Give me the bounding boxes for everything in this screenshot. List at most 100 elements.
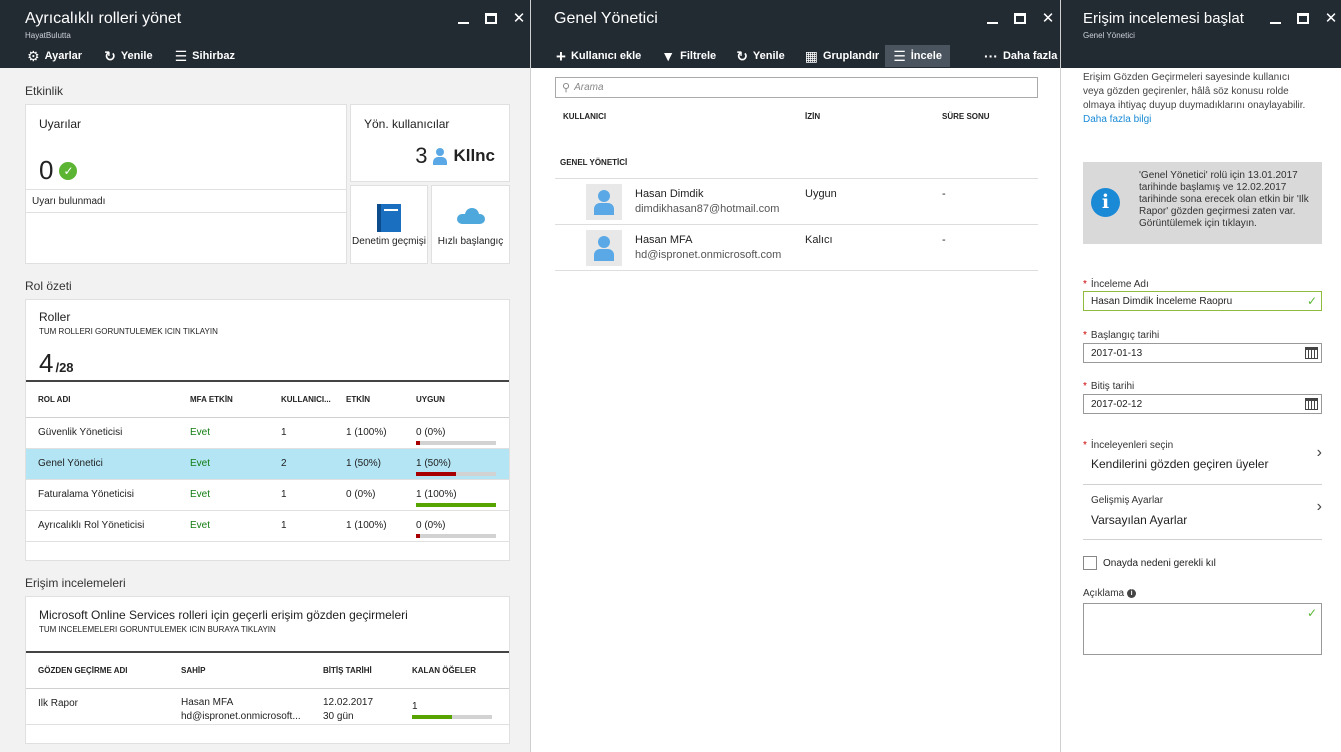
- close-button[interactable]: ✕: [1324, 10, 1338, 26]
- review-name: Ilk Rapor: [26, 688, 169, 725]
- table-row[interactable]: Faturalama Yöneticisi Evet 1 0 (0%) 1 (100%): [26, 479, 509, 511]
- roles-subtitle[interactable]: TUM ROLLERI GORUNTULEMEK ICIN TIKLAYIN: [39, 327, 218, 336]
- review-label: İncele: [910, 50, 942, 62]
- info-icon[interactable]: i: [1127, 589, 1137, 598]
- remaining-progress-bar: [412, 714, 492, 719]
- eligible-count: 0 (0%): [416, 426, 446, 438]
- require-reason-label: Onayda nedeni gerekli kıl: [1103, 557, 1216, 569]
- review-name-input[interactable]: Hasan Dimdik İnceleme Raopru ✓: [1083, 291, 1322, 311]
- list-item[interactable]: Hasan MFA hd@ispronet.onmicrosoft.com Kalı…: [555, 225, 1038, 271]
- minimize-button[interactable]: [985, 10, 999, 26]
- column-header[interactable]: SÜRE SONU: [942, 112, 990, 121]
- search-input[interactable]: ⚲ Arama: [555, 77, 1038, 98]
- access-reviews-subtitle[interactable]: TUM INCELEMELERI GORUNTULEMEK ICIN BURAY…: [39, 625, 276, 634]
- advanced-settings-row[interactable]: Gelişmiş Ayarlar Varsayılan Ayarlar ›: [1083, 486, 1322, 540]
- more-button[interactable]: ··· Daha fazla: [982, 45, 1059, 67]
- table-row[interactable]: Ilk Rapor Hasan MFA hd@ispronet.onmicrosof…: [26, 688, 509, 725]
- check-circle-icon: ✓: [59, 161, 78, 180]
- blade-title: Erişim incelemesi başlat: [1083, 10, 1244, 27]
- maximize-icon: [485, 12, 497, 24]
- column-header[interactable]: KULLANICI...: [269, 380, 334, 418]
- advanced-label: Gelişmiş Ayarlar: [1091, 495, 1164, 506]
- column-header[interactable]: SAHİP: [169, 651, 311, 689]
- review-button[interactable]: ☰ İncele: [885, 45, 950, 67]
- existing-review-info-box[interactable]: i 'Genel Yönetici' rolü için 13.01.2017 …: [1083, 162, 1322, 244]
- mfa-status: Evet: [178, 448, 269, 480]
- eligible-count: 1 (50%): [416, 457, 452, 469]
- add-user-button[interactable]: + Kullanıcı ekle: [554, 45, 643, 67]
- minimize-button[interactable]: [456, 10, 470, 26]
- table-row[interactable]: Ayrıcalıklı Rol Yöneticisi Evet 1 1 (100%) 0…: [26, 510, 509, 542]
- alerts-tile[interactable]: Uyarılar 0 ✓ Uyarı bulunmadı: [25, 104, 347, 264]
- select-reviewers-row[interactable]: * İnceleyenleri seçin Kendilerini gözden …: [1083, 430, 1322, 485]
- end-date: 12.02.2017: [323, 696, 374, 708]
- column-header[interactable]: ROL ADI: [26, 380, 178, 418]
- role-name: Ayrıcalıklı Rol Yöneticisi: [26, 510, 178, 542]
- maximize-button[interactable]: [1296, 10, 1310, 26]
- start-date-input[interactable]: 2017-01-13: [1083, 343, 1322, 363]
- settings-button[interactable]: ⚙ Ayarlar: [25, 45, 84, 67]
- reviewers-value: Kendilerini gözden geçiren üyeler: [1091, 457, 1269, 471]
- roles-title[interactable]: Roller: [39, 310, 70, 324]
- role-name: Güvenlik Yöneticisi: [26, 417, 178, 449]
- end-date-value: 2017-02-12: [1091, 398, 1143, 410]
- plus-icon: +: [556, 46, 566, 66]
- blade-subtitle: HayatBulutta: [25, 31, 71, 40]
- column-header[interactable]: MFA ETKİN: [178, 380, 269, 418]
- column-header[interactable]: ETKİN: [334, 380, 404, 418]
- refresh-label: Yenile: [752, 50, 785, 62]
- blade-start-access-review: Erişim incelemesi başlat Genel Yönetici …: [1061, 0, 1341, 752]
- admin-users-count: 3: [415, 143, 428, 168]
- quick-start-tile[interactable]: Hızlı başlangıç: [431, 185, 510, 264]
- user-email: hd@ispronet.onmicrosoft.com: [635, 249, 782, 261]
- column-header[interactable]: İZİN: [805, 112, 820, 121]
- list-item[interactable]: Hasan Dimdik dimdikhasan87@hotmail.com Uyg…: [555, 179, 1038, 225]
- column-header[interactable]: UYGUN: [404, 380, 509, 418]
- group-label: GENEL YÖNETİCİ: [560, 158, 628, 167]
- alerts-count: 0: [39, 155, 54, 185]
- owner-name: Hasan MFA: [181, 696, 234, 708]
- blade-subtitle: Genel Yönetici: [1083, 31, 1135, 40]
- column-header[interactable]: GÖZDEN GEÇİRME ADI: [26, 651, 169, 689]
- minimize-button[interactable]: [1268, 10, 1282, 26]
- calendar-icon[interactable]: [1305, 347, 1318, 359]
- column-header[interactable]: BİTİŞ TARİHİ: [311, 651, 400, 689]
- description-textarea[interactable]: ✓: [1083, 603, 1322, 655]
- refresh-button[interactable]: ↻ Yenile: [102, 45, 155, 67]
- maximize-button[interactable]: [1013, 10, 1027, 26]
- close-button[interactable]: ✕: [1041, 10, 1055, 26]
- refresh-button[interactable]: ↻ Yenile: [734, 45, 787, 67]
- column-header[interactable]: KALAN ÖĞELER: [400, 651, 509, 689]
- table-row[interactable]: Genel Yönetici Evet 2 1 (50%) 1 (50%): [26, 448, 509, 480]
- access-reviews-title[interactable]: Microsoft Online Services rolleri için g…: [39, 608, 408, 622]
- calendar-icon[interactable]: [1305, 398, 1318, 410]
- end-date-input[interactable]: 2017-02-12: [1083, 394, 1322, 414]
- user-icon: [433, 147, 448, 165]
- role-name: Genel Yönetici: [26, 448, 178, 480]
- more-label: Daha fazla: [1002, 50, 1058, 62]
- admin-users-tile[interactable]: Yön. kullanıcılar 3 Kllnc: [350, 104, 510, 182]
- activity-section-label: Etkinlik: [25, 84, 64, 98]
- audit-history-tile[interactable]: Denetim geçmişi: [350, 185, 428, 264]
- minimize-icon: [1269, 22, 1281, 24]
- advanced-value: Varsayılan Ayarlar: [1091, 513, 1188, 527]
- description-label-text: Açıklama: [1083, 588, 1125, 599]
- description-label: Açıklama i: [1083, 588, 1137, 599]
- start-date-label: * Başlangıç tarihi: [1083, 330, 1160, 341]
- user-email: dimdikhasan87@hotmail.com: [635, 203, 780, 215]
- column-header[interactable]: KULLANICI: [563, 112, 606, 121]
- eligible-cell: 1 (100%): [404, 479, 509, 511]
- table-row[interactable]: Güvenlik Yöneticisi Evet 1 1 (100%) 0 (0%): [26, 417, 509, 449]
- search-icon: ⚲: [562, 82, 571, 94]
- close-button[interactable]: ✕: [512, 10, 526, 26]
- maximize-button[interactable]: [484, 10, 498, 26]
- minimize-icon: [457, 22, 469, 24]
- filter-button[interactable]: ▼ Filtrele: [659, 45, 718, 67]
- more-info-link[interactable]: Daha fazla bilgi: [1083, 114, 1151, 125]
- group-button[interactable]: ▦ Gruplandır: [803, 45, 881, 67]
- require-reason-checkbox[interactable]: [1083, 556, 1097, 570]
- intro-text: Erişim Gözden Geçirmeleri sayesinde kull…: [1083, 71, 1307, 127]
- cloud-icon: [457, 208, 485, 224]
- wizard-button[interactable]: ☰ Sihirbaz: [173, 45, 237, 67]
- reviewers-label-text: İnceleyenleri seçin: [1090, 440, 1174, 451]
